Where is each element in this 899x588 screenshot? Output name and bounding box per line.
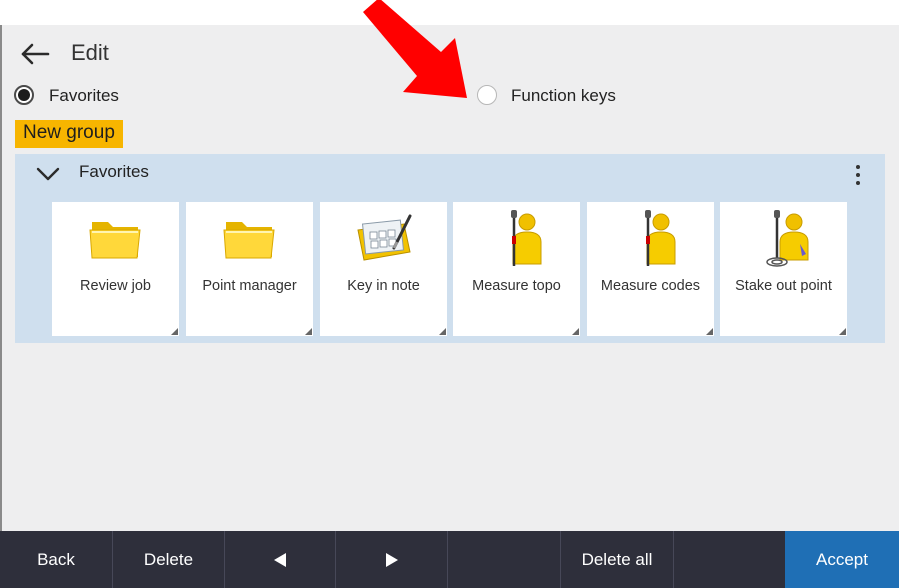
arrow-left-icon[interactable]	[18, 41, 52, 67]
function-keys-radio[interactable]	[477, 85, 497, 105]
tile-review-job[interactable]: Review job	[52, 202, 179, 336]
resize-corner-icon	[839, 328, 846, 335]
tile-label: Point manager	[202, 278, 297, 294]
accept-button[interactable]: Accept	[785, 531, 899, 588]
tile-measure-codes[interactable]: Measure codes	[587, 202, 714, 336]
favorites-radio[interactable]	[14, 85, 34, 105]
tile-point-manager[interactable]: Point manager	[186, 202, 313, 336]
tile-label: Stake out point	[735, 278, 832, 294]
tile-measure-topo[interactable]: Measure topo	[453, 202, 580, 336]
page-title: Edit	[71, 40, 109, 65]
tile-key-in-note[interactable]: Key in note	[320, 202, 447, 336]
chevron-down-icon[interactable]	[35, 165, 61, 183]
function-keys-radio-label[interactable]: Function keys	[511, 86, 616, 106]
new-group-button[interactable]: New group	[15, 120, 123, 148]
favorites-group-panel: Favorites Review job Point manager Key i…	[15, 154, 885, 343]
favorites-radio-label[interactable]: Favorites	[49, 86, 119, 106]
note-keypad-icon	[357, 214, 412, 261]
triangle-left-icon	[274, 552, 286, 567]
folder-icon	[89, 222, 141, 259]
group-title: Favorites	[79, 162, 149, 181]
resize-corner-icon	[305, 328, 312, 335]
toolbar-divider	[673, 531, 674, 588]
red-pointer-arrow-icon	[363, 0, 467, 98]
toolbar-divider	[447, 531, 448, 588]
move-left-button[interactable]	[225, 531, 335, 588]
folder-icon	[223, 222, 275, 259]
surveyor-pole-icon	[511, 210, 542, 266]
back-button[interactable]: Back	[0, 531, 112, 588]
surveyor-stakeout-icon	[766, 210, 809, 267]
triangle-right-icon	[385, 552, 398, 567]
resize-corner-icon	[171, 328, 178, 335]
resize-corner-icon	[572, 328, 579, 335]
tile-label: Review job	[80, 278, 151, 294]
surveyor-pole-icon	[645, 210, 676, 266]
delete-button[interactable]: Delete	[113, 531, 224, 588]
resize-corner-icon	[439, 328, 446, 335]
tile-stake-out-point[interactable]: Stake out point	[720, 202, 847, 336]
move-right-button[interactable]	[336, 531, 447, 588]
delete-all-button[interactable]: Delete all	[561, 531, 673, 588]
tile-label: Measure topo	[472, 278, 561, 294]
resize-corner-icon	[706, 328, 713, 335]
footer-toolbar: Back Delete Delete all Accept	[0, 531, 899, 588]
more-vertical-icon[interactable]	[851, 162, 865, 188]
tile-label: Key in note	[347, 278, 420, 294]
tile-label: Measure codes	[600, 278, 701, 294]
